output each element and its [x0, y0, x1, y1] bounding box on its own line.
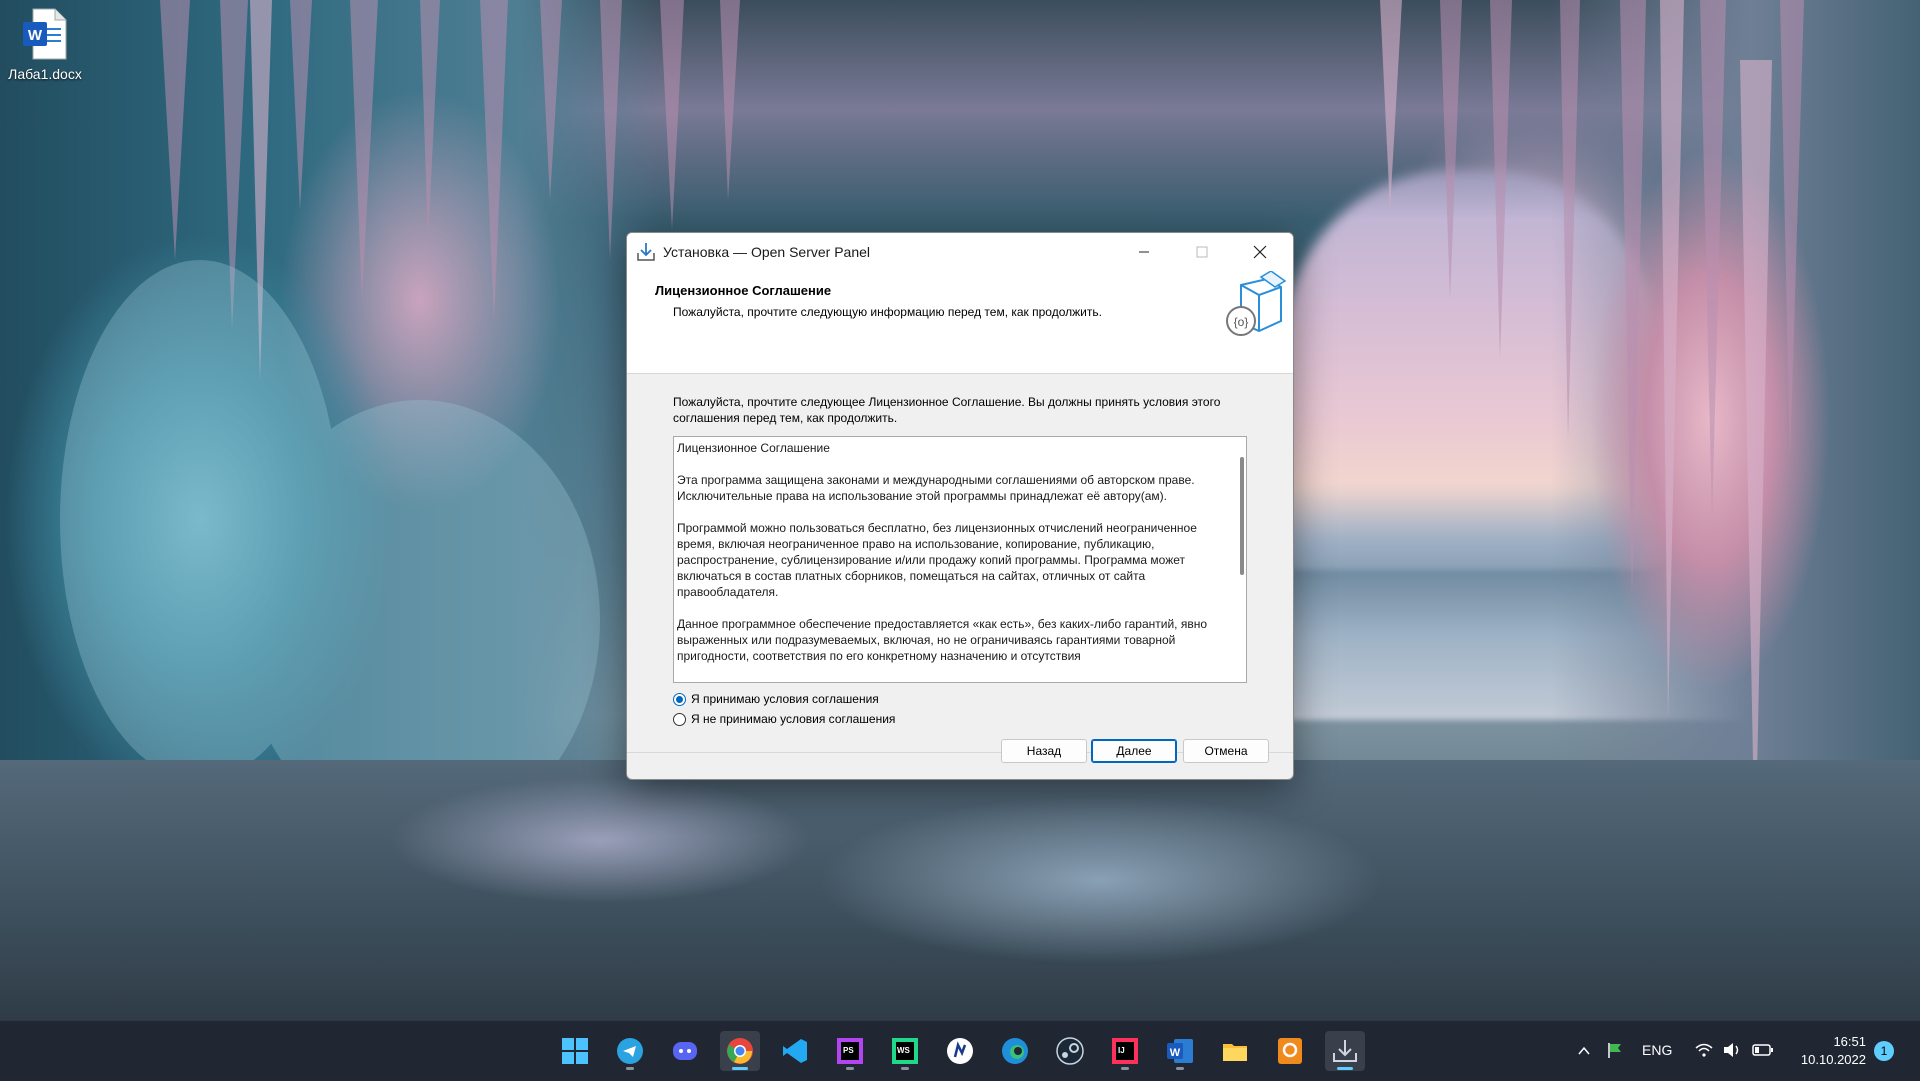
start-button[interactable] — [555, 1031, 595, 1071]
clock-date: 10.10.2022 — [1800, 1052, 1866, 1067]
license-textbox[interactable]: Лицензионное Соглашение Эта программа за… — [673, 436, 1247, 683]
taskbar-telegram[interactable] — [610, 1031, 650, 1071]
radio-accept[interactable]: Я принимаю условия соглашения — [673, 692, 879, 706]
maximize-button[interactable] — [1173, 233, 1231, 271]
wizard-body: Пожалуйста, прочтите следующее Лицензион… — [627, 374, 1293, 753]
phpstorm-icon: PS — [837, 1038, 863, 1064]
chevron-up-icon[interactable] — [1577, 1044, 1591, 1058]
word-icon: W — [1167, 1039, 1193, 1063]
license-paragraph: Эта программа защищена законами и междун… — [677, 473, 1195, 503]
running-indicator — [846, 1067, 854, 1070]
radio-decline[interactable]: Я не принимаю условия соглашения — [673, 712, 895, 726]
vscode-icon — [783, 1039, 807, 1063]
discord-icon — [673, 1042, 697, 1060]
taskbar-intellij[interactable]: IJ — [1105, 1031, 1145, 1071]
page-title: Лицензионное Соглашение — [655, 283, 832, 298]
file-explorer-icon — [1223, 1044, 1247, 1061]
open-server-box-icon: {o} — [1223, 270, 1287, 339]
close-button[interactable] — [1231, 233, 1289, 271]
wizard-header: Лицензионное Соглашение Пожалуйста, проч… — [627, 270, 1293, 374]
minimize-button[interactable] — [1115, 233, 1173, 271]
license-paragraph: Данное программное обеспечение предостав… — [677, 617, 1208, 663]
language-indicator[interactable]: ENG — [1642, 1042, 1672, 1058]
app-icon — [947, 1038, 973, 1064]
taskbar-word[interactable]: W — [1160, 1031, 1200, 1071]
taskbar-vscode[interactable] — [775, 1031, 815, 1071]
wallpaper-ice-floor — [0, 760, 1920, 1020]
radio-accept-indicator[interactable] — [673, 692, 686, 706]
taskbar-webstorm[interactable]: WS — [885, 1031, 925, 1071]
battery-icon[interactable] — [1752, 1042, 1774, 1058]
volume-icon[interactable] — [1722, 1041, 1742, 1059]
svg-text:{o}: {o} — [1234, 315, 1249, 329]
license-paragraph: Программой можно пользоваться бесплатно,… — [677, 521, 1197, 599]
maximize-icon — [1196, 246, 1208, 258]
taskbar-installer[interactable] — [1325, 1031, 1365, 1071]
svg-text:W: W — [28, 27, 43, 44]
steam-icon — [1056, 1037, 1084, 1065]
running-indicator — [1176, 1067, 1184, 1070]
taskbar-file-explorer[interactable] — [1215, 1031, 1255, 1071]
running-indicator — [626, 1067, 634, 1070]
back-button[interactable]: Назад — [1001, 739, 1087, 763]
running-indicator — [1337, 1067, 1353, 1070]
word-document-icon: W — [23, 8, 67, 60]
close-icon — [1253, 245, 1267, 259]
license-paragraph: Лицензионное Соглашение — [677, 441, 830, 455]
flag-icon[interactable] — [1606, 1041, 1624, 1059]
radio-accept-label: Я принимаю условия соглашения — [691, 692, 879, 706]
pdf-app-icon — [1278, 1038, 1302, 1064]
start-icon — [562, 1038, 588, 1064]
svg-text:WS: WS — [897, 1046, 911, 1055]
license-scrollbar[interactable] — [1240, 457, 1244, 575]
next-button[interactable]: Далее — [1091, 739, 1177, 763]
edge-icon — [1002, 1038, 1028, 1064]
taskbar-steam[interactable] — [1050, 1031, 1090, 1071]
running-indicator — [732, 1067, 748, 1070]
wifi-icon[interactable] — [1694, 1041, 1714, 1059]
window-title: Установка — Open Server Panel — [663, 244, 871, 260]
taskbar-chrome[interactable] — [720, 1031, 760, 1071]
running-indicator — [901, 1067, 909, 1070]
svg-text:IJ: IJ — [1118, 1046, 1125, 1055]
taskbar-clock[interactable]: 16:51 10.10.2022 — [1778, 1033, 1866, 1069]
installer-icon — [1333, 1040, 1357, 1062]
taskbar-edge[interactable] — [995, 1031, 1035, 1071]
desktop-icon-laba1[interactable]: W Лаба1.docx — [6, 8, 84, 94]
taskbar-app[interactable] — [940, 1031, 980, 1071]
taskbar-phpstorm[interactable]: PS — [830, 1031, 870, 1071]
license-text: Лицензионное Соглашение Эта программа за… — [674, 437, 1246, 664]
intellij-icon: IJ — [1112, 1038, 1138, 1064]
chrome-icon — [727, 1038, 753, 1064]
radio-decline-label: Я не принимаю условия соглашения — [691, 712, 896, 726]
radio-decline-indicator[interactable] — [673, 712, 686, 726]
notification-badge[interactable]: 1 — [1874, 1041, 1894, 1061]
taskbar: PS WS IJ W ENG 16:51 10.10.2022 1 — [0, 1020, 1920, 1081]
clock-time: 16:51 — [1833, 1034, 1866, 1049]
minimize-icon — [1139, 251, 1149, 253]
window-titlebar[interactable]: Установка — Open Server Panel — [627, 233, 1293, 271]
webstorm-icon: WS — [892, 1038, 918, 1064]
page-subtitle: Пожалуйста, прочтите следующую информаци… — [673, 305, 1102, 319]
taskbar-discord[interactable] — [665, 1031, 705, 1071]
svg-text:PS: PS — [843, 1046, 854, 1055]
telegram-icon — [617, 1038, 643, 1064]
taskbar-pdf-app[interactable] — [1270, 1031, 1310, 1071]
installer-window: Установка — Open Server Panel Лицензионн… — [626, 232, 1294, 780]
svg-text:W: W — [1170, 1047, 1181, 1059]
cancel-button[interactable]: Отмена — [1183, 739, 1269, 763]
license-intro: Пожалуйста, прочтите следующее Лицензион… — [673, 395, 1221, 425]
installer-icon — [635, 241, 657, 263]
desktop-icon-label: Лаба1.docx — [8, 66, 82, 82]
running-indicator — [1121, 1067, 1129, 1070]
